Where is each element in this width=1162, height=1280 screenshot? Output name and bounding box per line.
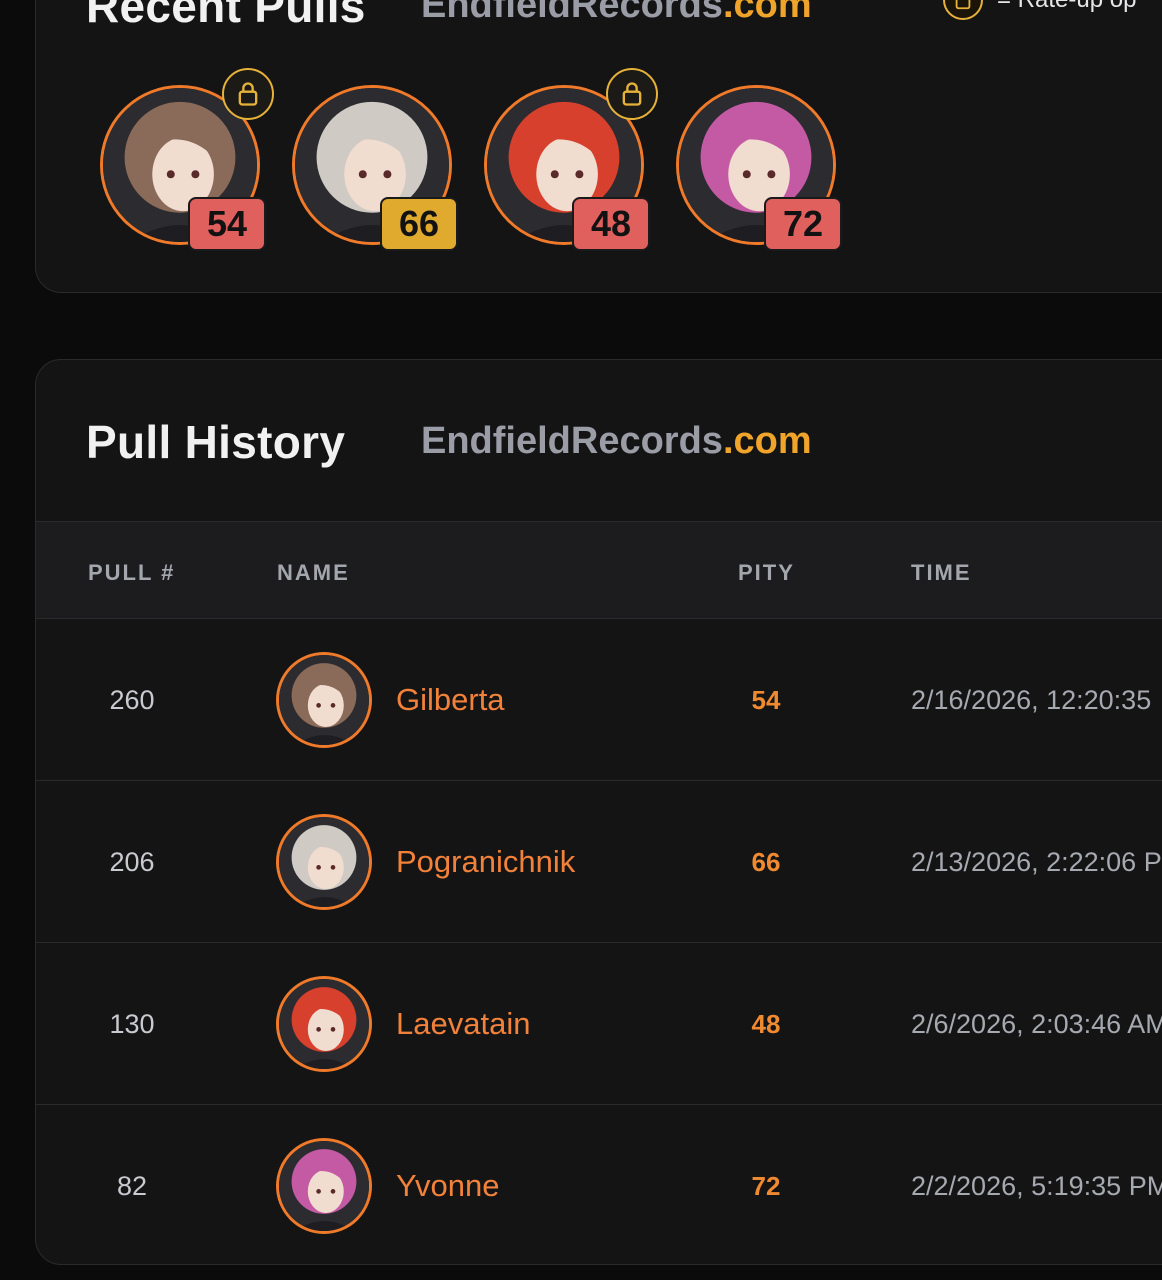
pull-number: 260 — [109, 684, 155, 715]
recent-pulls-title: Recent Pulls — [86, 0, 366, 32]
table-row[interactable]: 82 Yvonne 72 2/2/2026, 5:19:35 PM — [36, 1104, 1162, 1264]
character-name[interactable]: Yvonne — [396, 1168, 499, 1204]
pity-value: 72 — [751, 1170, 781, 1201]
pity-value: 48 — [751, 1008, 781, 1039]
pull-time: 2/16/2026, 12:20:35 — [911, 684, 1152, 715]
pull-history-panel: Pull History EndfieldRecords.com PULL # … — [35, 359, 1162, 1265]
character-avatar — [276, 652, 372, 748]
table-row[interactable]: 206 Pogranichnik 66 2/13/2026, 2:22:06 P — [36, 780, 1162, 943]
character-cell: Pogranichnik — [276, 781, 575, 943]
brand-watermark: EndfieldRecords.com — [421, 420, 812, 463]
recent-pull-card[interactable]: 54 — [100, 68, 274, 255]
rate-up-legend: = Rate-up op — [943, 0, 1136, 20]
column-header-pull[interactable]: PULL # — [88, 560, 175, 586]
character-cell: Gilberta — [276, 619, 505, 781]
column-header-name[interactable]: NAME — [277, 560, 350, 586]
table-header: PULL # NAME PITY TIME — [36, 521, 1162, 618]
lock-icon — [606, 68, 658, 120]
brand-name: EndfieldRecords — [421, 0, 723, 26]
rate-up-legend-text: = Rate-up op — [997, 0, 1136, 14]
brand-name: EndfieldRecords — [421, 420, 723, 462]
pull-number: 130 — [109, 1008, 155, 1039]
pull-number: 82 — [116, 1170, 148, 1201]
character-name[interactable]: Pogranichnik — [396, 844, 575, 880]
pull-number: 206 — [109, 846, 155, 877]
pity-value: 66 — [751, 846, 781, 877]
pull-time: 2/13/2026, 2:22:06 P — [911, 846, 1162, 877]
table-row[interactable]: 130 Laevatain 48 2/6/2026, 2:03:46 AM — [36, 942, 1162, 1105]
brand-watermark: EndfieldRecords.com — [421, 0, 812, 27]
recent-pull-card[interactable]: 66 — [292, 85, 462, 255]
pull-history-title: Pull History — [86, 416, 346, 468]
pity-value: 54 — [751, 684, 781, 715]
lock-icon — [222, 68, 274, 120]
pull-time: 2/2/2026, 5:19:35 PM — [911, 1170, 1162, 1201]
brand-tld: .com — [722, 0, 812, 26]
pity-badge: 54 — [188, 197, 266, 251]
character-name[interactable]: Laevatain — [396, 1006, 530, 1042]
pity-badge: 48 — [572, 197, 650, 251]
character-avatar — [276, 976, 372, 1072]
character-name[interactable]: Gilberta — [396, 682, 505, 718]
lock-icon — [943, 0, 983, 20]
pity-badge: 72 — [764, 197, 842, 251]
recent-pull-card[interactable]: 72 — [676, 85, 846, 255]
column-header-time[interactable]: TIME — [911, 560, 972, 586]
recent-pull-card[interactable]: 48 — [484, 68, 658, 255]
character-avatar — [276, 814, 372, 910]
pull-time: 2/6/2026, 2:03:46 AM — [911, 1008, 1162, 1039]
character-avatar — [276, 1138, 372, 1234]
column-header-pity[interactable]: PITY — [738, 560, 795, 586]
recent-pulls-panel: Recent Pulls EndfieldRecords.com = Rate-… — [35, 0, 1162, 293]
table-row[interactable]: 260 Gilberta 54 2/16/2026, 12:20:35 — [36, 618, 1162, 781]
character-cell: Yvonne — [276, 1105, 499, 1264]
character-cell: Laevatain — [276, 943, 530, 1105]
pity-badge: 66 — [380, 197, 458, 251]
brand-tld: .com — [722, 420, 812, 462]
